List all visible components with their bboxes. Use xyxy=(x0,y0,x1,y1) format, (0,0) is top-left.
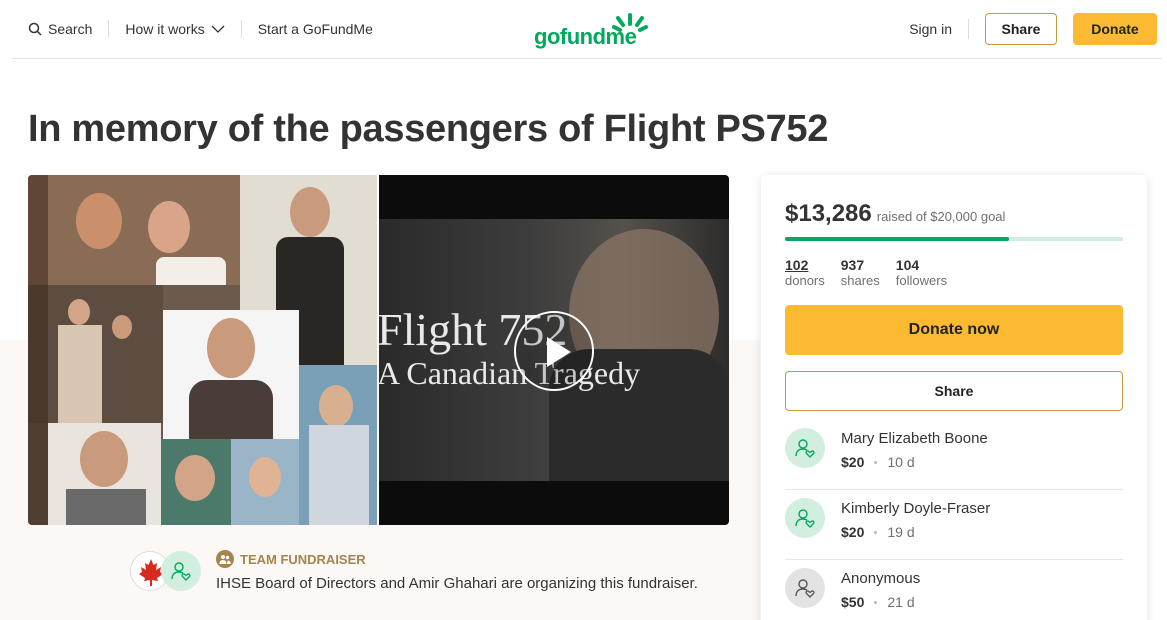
photo-man-suit xyxy=(163,310,299,439)
team-icon xyxy=(216,550,234,568)
donors-label: donors xyxy=(785,273,825,288)
donation-amount: $20 xyxy=(841,454,865,470)
donation-item: Kimberly Doyle-Fraser $20 19 d xyxy=(785,490,1123,560)
donation-amount: $50 xyxy=(841,594,865,610)
page-title: In memory of the passengers of Flight PS… xyxy=(28,108,829,150)
donation-time: 19 d xyxy=(887,524,915,540)
stats-row: 102 donors 937 shares 104 followers xyxy=(785,257,947,288)
separator-dot xyxy=(874,600,878,604)
play-icon xyxy=(547,337,571,367)
play-button[interactable] xyxy=(514,311,594,391)
team-fundraiser-label: TEAM FUNDRAISER xyxy=(216,550,366,568)
shares-count: 937 xyxy=(840,257,865,273)
donation-meta: $20 10 d xyxy=(841,454,915,470)
logo-sun-icon xyxy=(612,13,648,32)
nav-divider xyxy=(240,20,242,38)
search-link[interactable]: Search xyxy=(28,21,92,37)
progress-fill xyxy=(785,237,1010,241)
photo-edge xyxy=(28,175,48,525)
photo-family xyxy=(28,285,163,423)
donors-count: 102 xyxy=(785,257,809,273)
top-nav: Search How it works Start a GoFundMe gof… xyxy=(12,0,1162,59)
stat-donors[interactable]: 102 donors xyxy=(785,257,825,288)
nav-right: Sign in Share Donate xyxy=(909,13,1157,45)
organizer-avatar xyxy=(161,551,201,591)
how-it-works-menu[interactable]: How it works xyxy=(125,21,225,37)
donation-sidebar: $13,286 raised of $20,000 goal 102 donor… xyxy=(761,175,1147,620)
shares-label: shares xyxy=(840,273,880,288)
share-button[interactable]: Share xyxy=(785,371,1123,411)
separator-dot xyxy=(874,460,878,464)
donation-time: 21 d xyxy=(887,594,915,610)
team-fundraiser-text: TEAM FUNDRAISER xyxy=(240,551,366,567)
progress-bar xyxy=(785,237,1123,241)
user-heart-icon xyxy=(795,509,815,528)
sign-in-link[interactable]: Sign in xyxy=(909,19,969,39)
followers-count: 104 xyxy=(895,257,920,273)
photo-woman-hijab xyxy=(299,365,377,525)
video-title-line2: A Canadian Tragedy xyxy=(379,355,641,391)
campaign-photo-collage[interactable] xyxy=(28,175,377,525)
photo-man-beanie xyxy=(161,439,231,525)
campaign-video[interactable]: Flight 752 A Canadian Tragedy xyxy=(379,175,729,525)
user-heart-icon xyxy=(795,579,815,598)
chevron-down-icon xyxy=(211,25,225,33)
raised-summary: $13,286 raised of $20,000 goal xyxy=(785,200,1005,228)
donor-name: Anonymous xyxy=(841,570,921,587)
donation-time: 10 d xyxy=(887,454,915,470)
donation-item: Mary Elizabeth Boone $20 10 d xyxy=(785,420,1123,490)
share-button-header[interactable]: Share xyxy=(985,13,1057,45)
photo-smiling-man xyxy=(48,423,161,525)
how-it-works-label: How it works xyxy=(125,21,205,37)
search-label: Search xyxy=(48,21,93,37)
raised-goal: raised of $20,000 goal xyxy=(876,209,1006,224)
stat-shares: 937 shares xyxy=(841,257,880,288)
nav-divider xyxy=(108,20,110,38)
donor-avatar xyxy=(785,428,825,468)
donation-meta: $20 19 d xyxy=(841,524,915,540)
start-label: Start a GoFundMe xyxy=(257,21,373,37)
stat-followers: 104 followers xyxy=(896,257,947,288)
raised-amount: $13,286 xyxy=(785,200,872,227)
donor-avatar xyxy=(785,498,825,538)
donor-avatar xyxy=(785,568,825,608)
nav-left: Search How it works Start a GoFundMe xyxy=(28,0,373,58)
organizer-description: IHSE Board of Directors and Amir Ghahari… xyxy=(216,575,698,592)
donation-amount: $20 xyxy=(841,524,865,540)
donor-name: Kimberly Doyle-Fraser xyxy=(841,500,991,517)
donate-button-header[interactable]: Donate xyxy=(1073,13,1157,45)
recent-donations: Mary Elizabeth Boone $20 10 d Kimberly D… xyxy=(785,420,1123,620)
gofundme-logo[interactable]: gofundme xyxy=(534,12,648,49)
user-heart-icon xyxy=(795,439,815,458)
photo-couple xyxy=(28,175,240,285)
start-gofundme-link[interactable]: Start a GoFundMe xyxy=(258,21,373,37)
user-heart-icon xyxy=(171,562,191,581)
search-icon xyxy=(28,22,42,36)
donation-item: Anonymous $50 21 d xyxy=(785,560,1123,620)
photo-woman xyxy=(231,439,299,525)
donate-now-button[interactable]: Donate now xyxy=(785,305,1123,355)
followers-label: followers xyxy=(895,273,948,288)
separator-dot xyxy=(874,530,878,534)
donor-name: Mary Elizabeth Boone xyxy=(841,430,988,447)
donation-meta: $50 21 d xyxy=(841,594,915,610)
